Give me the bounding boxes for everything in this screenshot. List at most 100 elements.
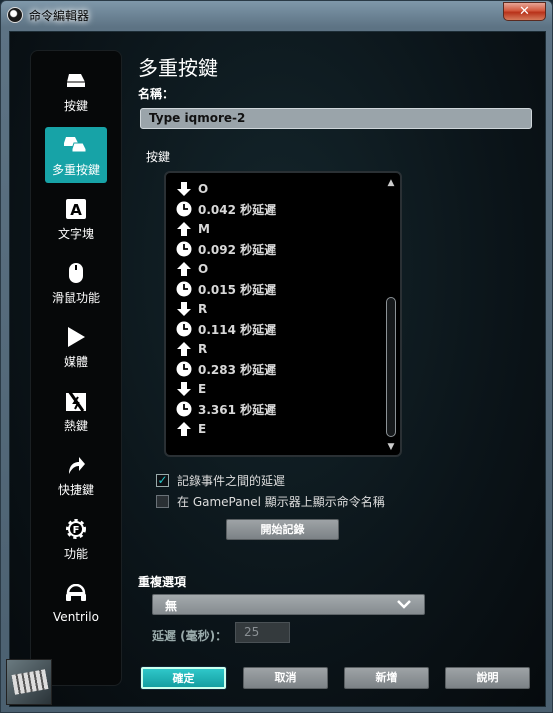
gamepanel-label: 在 GamePanel 顯示器上顯示命令名稱 bbox=[177, 494, 385, 509]
sidebar-item-label: 快捷鍵 bbox=[57, 482, 94, 497]
scroll-down-icon[interactable]: ▼ bbox=[386, 443, 396, 452]
keys-label: 按鍵 bbox=[146, 150, 171, 164]
clock-icon bbox=[176, 241, 192, 257]
list-item[interactable]: O bbox=[176, 179, 208, 199]
key-event-text: 0.015 秒延遲 bbox=[198, 282, 277, 297]
sidebar-item-label: 滑鼠功能 bbox=[51, 290, 100, 305]
title-bar[interactable]: 命令編輯器 ✕ bbox=[1, 1, 552, 29]
scrollbar[interactable]: ▲ ▼ bbox=[385, 179, 397, 452]
key-event-text: R bbox=[198, 342, 208, 356]
name-field[interactable]: Type iqmore-2 bbox=[140, 108, 532, 129]
text-block-icon: A bbox=[64, 197, 88, 221]
list-item[interactable]: R bbox=[176, 339, 207, 359]
sidebar: 按鍵 多重按鍵 A 文字塊 滑鼠功能 媒體 熱鍵 快捷鍵 F 功能 Ventri… bbox=[30, 50, 122, 686]
repeat-options-label: 重複選項 bbox=[138, 575, 187, 589]
sidebar-item-label: 功能 bbox=[63, 546, 88, 561]
arrow-down-icon bbox=[176, 301, 192, 317]
shortcut-arrow-icon bbox=[64, 453, 88, 477]
list-item[interactable]: 0.042 秒延遲 bbox=[176, 199, 276, 219]
key-event-text: E bbox=[198, 382, 207, 396]
list-item[interactable]: 0.114 秒延遲 bbox=[176, 319, 276, 339]
page-title: 多重按鍵 bbox=[138, 56, 218, 80]
repeat-select-value: 無 bbox=[165, 599, 178, 613]
sidebar-item-multikey[interactable]: 多重按鍵 bbox=[45, 127, 107, 183]
function-gear-icon: F bbox=[64, 517, 88, 541]
close-button[interactable]: ✕ bbox=[503, 2, 546, 21]
delay-field[interactable]: 25 bbox=[235, 622, 290, 643]
sidebar-item-mouse[interactable]: 滑鼠功能 bbox=[45, 255, 107, 311]
multikey-icon bbox=[64, 133, 88, 157]
arrow-up-icon bbox=[176, 341, 192, 357]
cancel-button[interactable]: 取消 bbox=[243, 667, 328, 689]
list-item[interactable]: R bbox=[176, 299, 207, 319]
hotkey-icon bbox=[64, 389, 88, 413]
sidebar-item-label: Ventrilo bbox=[53, 610, 99, 624]
key-event-text: O bbox=[198, 262, 209, 276]
list-item[interactable]: 0.283 秒延遲 bbox=[176, 359, 276, 379]
arrow-down-icon bbox=[176, 381, 192, 397]
key-event-text: M bbox=[198, 222, 210, 236]
keyboard-thumbnail bbox=[6, 659, 52, 705]
clock-icon bbox=[176, 281, 192, 297]
clock-icon bbox=[176, 201, 192, 217]
gamepanel-option[interactable]: 在 GamePanel 顯示器上顯示命令名稱 bbox=[156, 493, 385, 509]
play-icon bbox=[64, 325, 88, 349]
help-button[interactable]: 說明 bbox=[445, 667, 530, 689]
gamepanel-checkbox[interactable] bbox=[156, 494, 169, 508]
list-item[interactable]: O bbox=[176, 259, 208, 279]
arrow-up-icon bbox=[176, 261, 192, 277]
sidebar-item-label: 文字塊 bbox=[57, 226, 94, 241]
ok-button[interactable]: 確定 bbox=[141, 667, 226, 689]
sidebar-item-key[interactable]: 按鍵 bbox=[45, 63, 107, 119]
arrow-up-icon bbox=[176, 221, 192, 237]
sidebar-item-hotkey[interactable]: 熱鍵 bbox=[45, 383, 107, 439]
list-item[interactable]: E bbox=[176, 419, 206, 439]
repeat-select[interactable]: 無 bbox=[152, 594, 425, 615]
new-button[interactable]: 新增 bbox=[344, 667, 429, 689]
record-delays-label: 記錄事件之間的延遲 bbox=[177, 473, 286, 488]
key-event-text: 0.042 秒延遲 bbox=[198, 202, 277, 217]
command-editor-window: 命令編輯器 ✕ 按鍵 多重按鍵 A 文字塊 滑鼠功能 媒體 熱鍵 快捷鍵 F 功… bbox=[0, 0, 553, 713]
client-area: 按鍵 多重按鍵 A 文字塊 滑鼠功能 媒體 熱鍵 快捷鍵 F 功能 Ventri… bbox=[6, 31, 546, 707]
clock-icon bbox=[176, 321, 192, 337]
list-item[interactable]: 0.015 秒延遲 bbox=[176, 279, 276, 299]
sidebar-item-media[interactable]: 媒體 bbox=[45, 319, 107, 375]
mouse-icon bbox=[64, 261, 88, 285]
chevron-down-icon bbox=[396, 598, 412, 613]
list-item[interactable]: 3.361 秒延遲 bbox=[176, 399, 276, 419]
key-event-text: 0.283 秒延遲 bbox=[198, 362, 277, 377]
name-label: 名稱： bbox=[138, 87, 175, 101]
window-title: 命令編輯器 bbox=[29, 8, 90, 23]
sidebar-item-shortcut[interactable]: 快捷鍵 bbox=[45, 447, 107, 503]
record-delays-option[interactable]: ✓ 記錄事件之間的延遲 bbox=[156, 472, 285, 488]
sidebar-item-label: 按鍵 bbox=[63, 98, 88, 113]
key-event-text: E bbox=[198, 422, 207, 436]
key-event-text: 0.092 秒延遲 bbox=[198, 242, 277, 257]
logitech-logo-icon bbox=[7, 7, 23, 23]
scrollbar-thumb[interactable] bbox=[386, 297, 396, 437]
sidebar-item-text-block[interactable]: A 文字塊 bbox=[45, 191, 107, 247]
list-item[interactable]: 0.092 秒延遲 bbox=[176, 239, 276, 259]
clock-icon bbox=[176, 401, 192, 417]
record-delays-checkbox[interactable]: ✓ bbox=[156, 473, 169, 487]
key-event-text: O bbox=[198, 182, 209, 196]
arrow-down-icon bbox=[176, 181, 192, 197]
scroll-up-icon[interactable]: ▲ bbox=[386, 179, 396, 188]
sidebar-item-label: 熱鍵 bbox=[63, 418, 88, 433]
sidebar-item-ventrilo[interactable]: Ventrilo bbox=[45, 575, 107, 631]
svg-text:A: A bbox=[70, 201, 82, 219]
arrow-up-icon bbox=[176, 421, 192, 437]
start-record-button[interactable]: 開始記錄 bbox=[226, 519, 339, 540]
key-event-text: R bbox=[198, 302, 208, 316]
clock-icon bbox=[176, 361, 192, 377]
list-item[interactable]: M bbox=[176, 219, 210, 239]
sidebar-item-label: 媒體 bbox=[63, 354, 88, 369]
key-event-text: 3.361 秒延遲 bbox=[198, 402, 277, 417]
sidebar-item-function[interactable]: F 功能 bbox=[45, 511, 107, 567]
key-event-list[interactable]: O 0.042 秒延遲 M 0.092 秒延遲 O 0.015 秒延遲 R 0.… bbox=[164, 171, 402, 457]
sidebar-item-label: 多重按鍵 bbox=[51, 162, 100, 177]
list-item[interactable]: E bbox=[176, 379, 206, 399]
headset-icon bbox=[64, 582, 88, 606]
delay-label: 延遲 (毫秒)： bbox=[152, 629, 228, 643]
key-icon bbox=[64, 69, 88, 93]
